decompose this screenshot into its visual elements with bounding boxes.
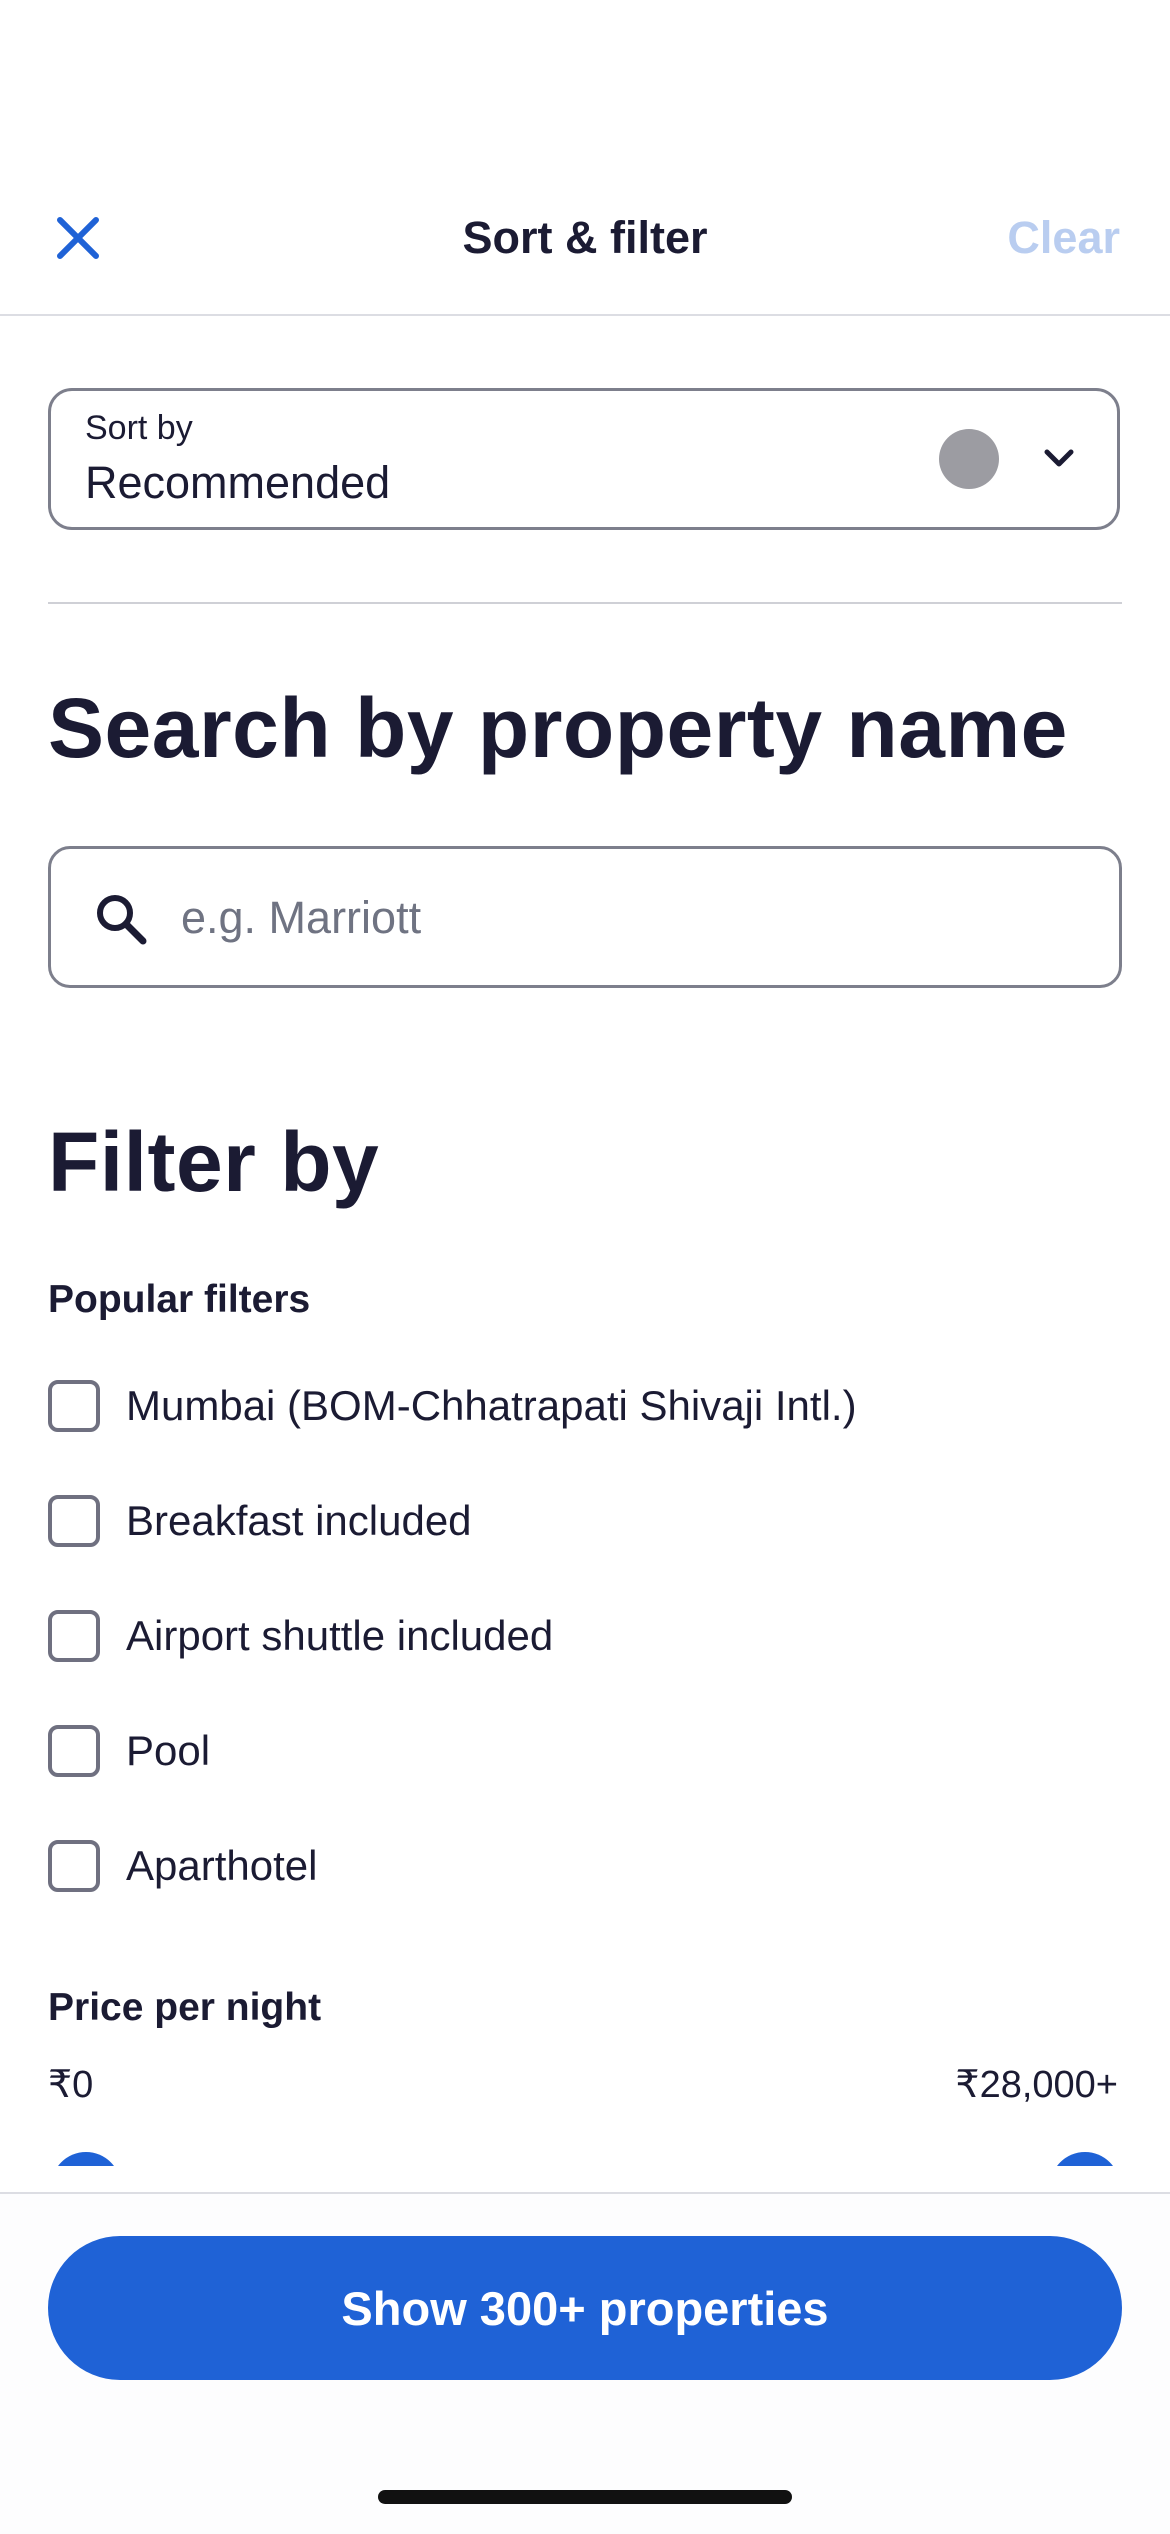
popular-filters-heading: Popular filters xyxy=(48,1278,311,1321)
checkbox[interactable] xyxy=(48,1380,100,1432)
checkbox[interactable] xyxy=(48,1495,100,1547)
clear-button[interactable]: Clear xyxy=(1007,212,1120,264)
price-slider-max-handle[interactable] xyxy=(1050,2152,1120,2166)
checkbox[interactable] xyxy=(48,1725,100,1777)
price-min-value: ₹0 xyxy=(48,2064,94,2106)
price-range-slider[interactable] xyxy=(0,2140,1170,2166)
filter-option-label: Pool xyxy=(126,1727,211,1774)
filter-option-breakfast[interactable]: Breakfast included xyxy=(48,1491,472,1551)
filter-option-airport-shuttle[interactable]: Airport shuttle included xyxy=(48,1606,553,1666)
section-divider xyxy=(48,602,1122,604)
filter-option-label: Aparthotel xyxy=(126,1842,318,1889)
price-per-night-heading: Price per night xyxy=(48,1986,322,2029)
filter-option-label: Airport shuttle included xyxy=(126,1612,554,1659)
touch-indicator-dot xyxy=(939,429,999,489)
search-section-title: Search by property name xyxy=(48,681,1068,775)
filter-option-pool[interactable]: Pool xyxy=(48,1721,210,1781)
checkbox[interactable] xyxy=(48,1610,100,1662)
price-max-value: ₹28,000+ xyxy=(955,2064,1118,2106)
home-indicator[interactable] xyxy=(378,2490,792,2504)
sort-by-value: Recommended xyxy=(85,457,391,508)
sort-by-dropdown[interactable]: Sort by Recommended xyxy=(48,388,1120,530)
filter-option-label: Breakfast included xyxy=(126,1497,472,1544)
price-slider-min-handle[interactable] xyxy=(51,2152,121,2166)
filter-section-title: Filter by xyxy=(48,1115,380,1209)
filter-option-label: Mumbai (BOM-Chhatrapati Shivaji Intl.) xyxy=(126,1382,857,1429)
show-properties-button[interactable]: Show 300+ properties xyxy=(48,2236,1122,2380)
chevron-down-icon xyxy=(1044,449,1074,467)
top-bar: Sort & filter Clear xyxy=(0,0,1170,316)
sort-by-label: Sort by xyxy=(85,409,193,447)
property-search-box[interactable] xyxy=(48,846,1122,988)
search-icon xyxy=(97,895,147,945)
checkbox[interactable] xyxy=(48,1840,100,1892)
filter-option-aparthotel[interactable]: Aparthotel xyxy=(48,1836,317,1896)
filter-option-mumbai-airport[interactable]: Mumbai (BOM-Chhatrapati Shivaji Intl.) xyxy=(48,1376,857,1436)
property-search-input[interactable] xyxy=(179,881,1083,955)
page-title: Sort & filter xyxy=(462,212,708,263)
